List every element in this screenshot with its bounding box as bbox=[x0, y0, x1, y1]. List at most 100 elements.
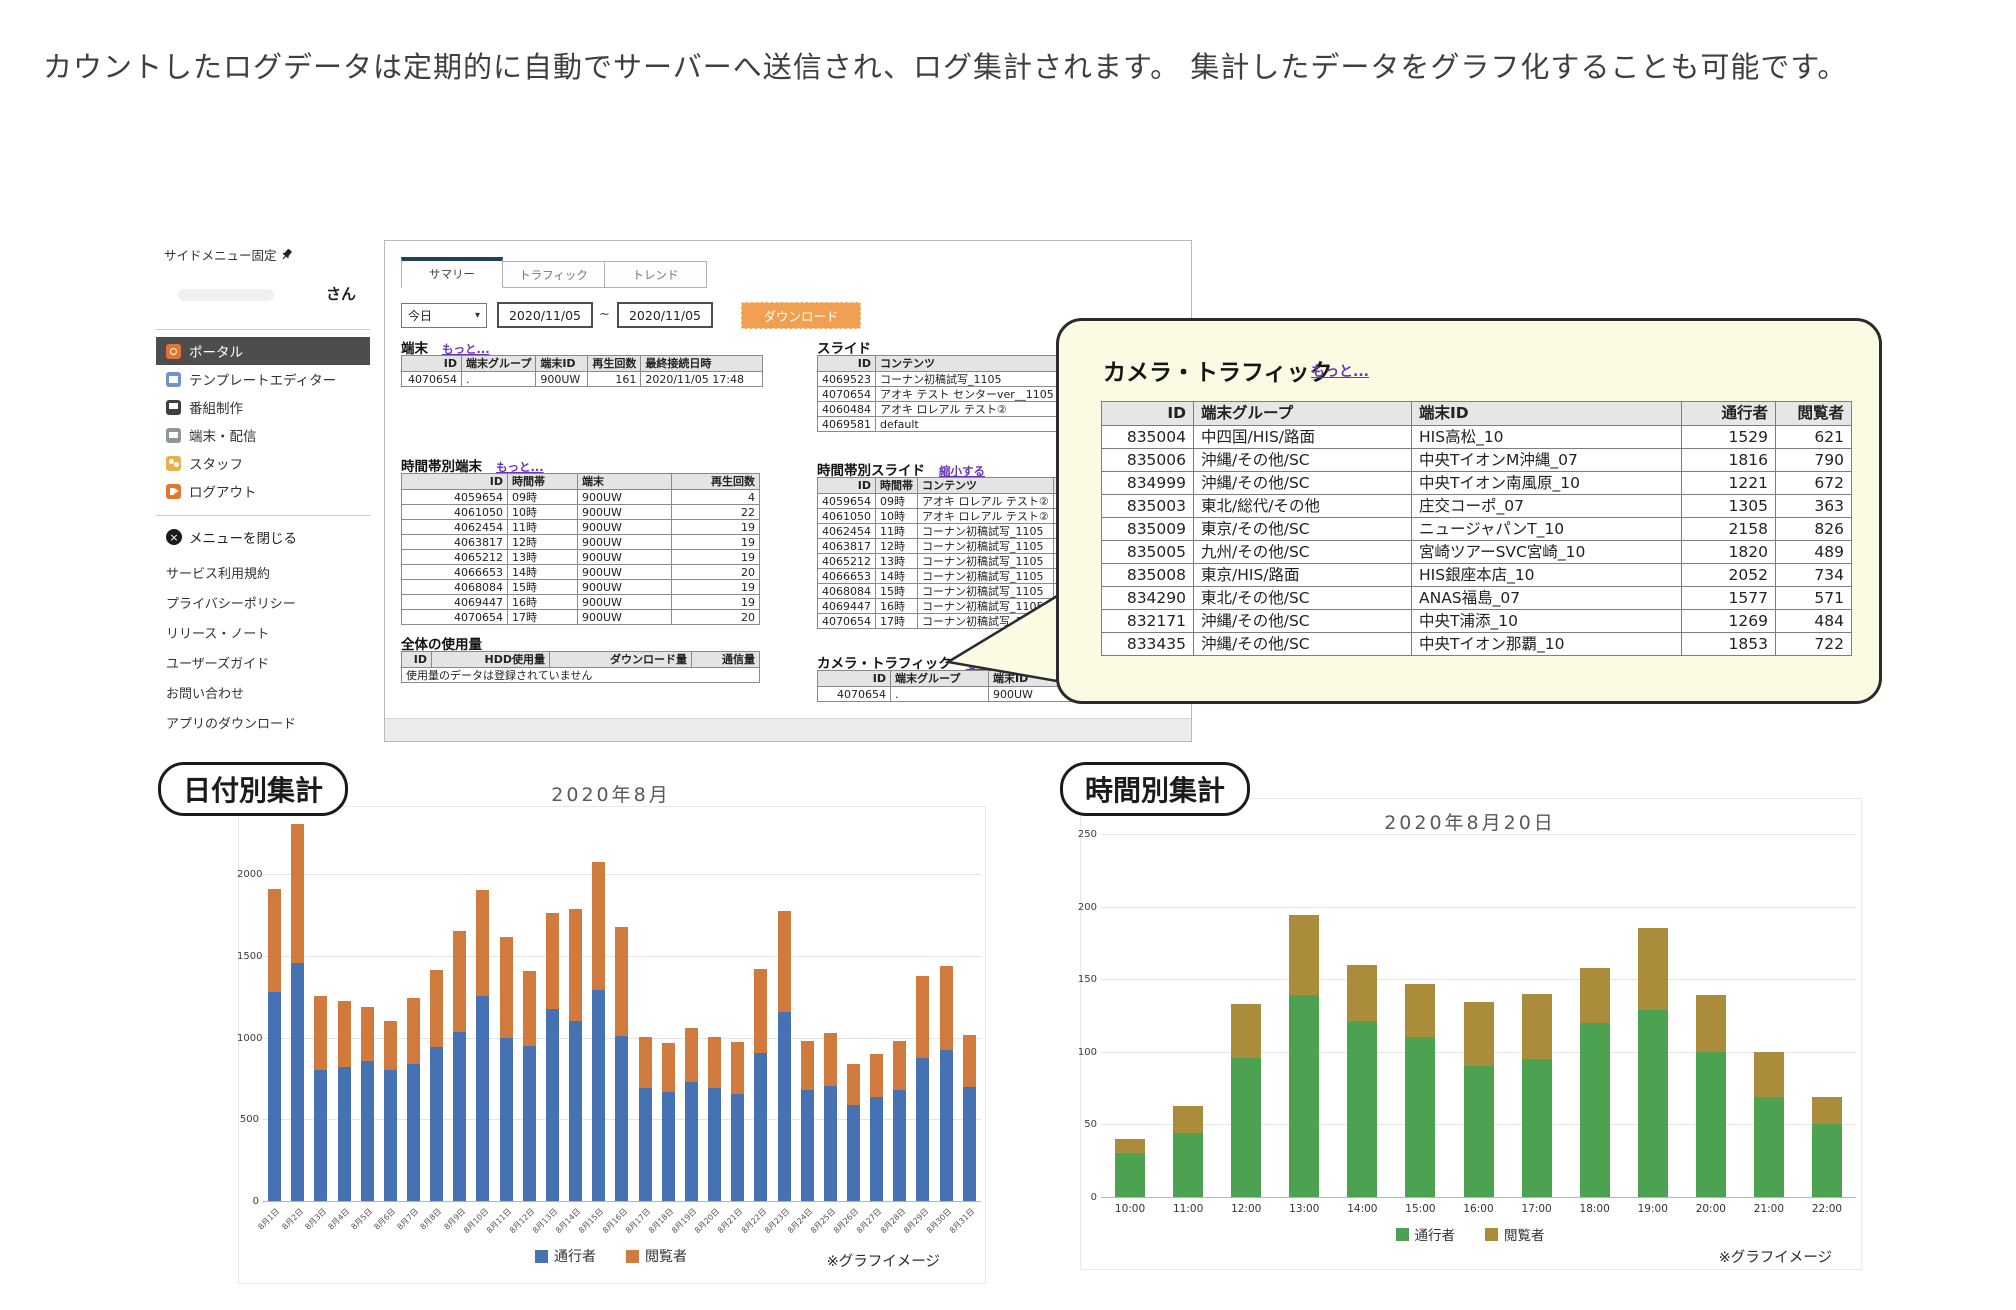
portal-icon bbox=[166, 344, 181, 359]
table-row: 835006沖縄/その他/SC中央TイオンM沖縄_071816790 bbox=[1102, 449, 1852, 472]
sidebar-item-label: 端末・配信 bbox=[189, 425, 257, 445]
page: カウントしたログデータは定期的に自動でサーバーへ送信され、ログ集計されます。 集… bbox=[0, 0, 2016, 1310]
terminal-more-link[interactable]: もっと... bbox=[442, 342, 490, 356]
section-title-hourly-terminal: 時間帯別端末もっと... bbox=[401, 455, 544, 475]
legend-swatch-icon bbox=[1396, 1228, 1409, 1241]
table-row: 406521213時900UW19 bbox=[402, 550, 760, 565]
legend-item: 通行者 bbox=[1396, 1224, 1456, 1244]
sidebar-item-label: 番組制作 bbox=[189, 397, 243, 417]
table-row: 406665314時900UW20 bbox=[402, 565, 760, 580]
sidebar-item-0[interactable]: ポータル bbox=[156, 337, 370, 365]
sidebar-link-2[interactable]: リリース・ノート bbox=[166, 623, 269, 642]
sidebar-item-label: スタッフ bbox=[189, 453, 243, 473]
legend-swatch-icon bbox=[1485, 1228, 1498, 1241]
terminal-table: ID端末グループ端末ID再生回数最終接続日時4070654.900UW16120… bbox=[401, 355, 763, 387]
device-delivery-icon bbox=[166, 428, 181, 443]
table-row: 4070654.900UW1612020/11/05 17:48 bbox=[402, 372, 763, 387]
download-button[interactable]: ダウンロード bbox=[741, 302, 861, 329]
hourly-terminal-more-link[interactable]: もっと... bbox=[496, 460, 544, 474]
usage-table: IDHDD使用量ダウンロード量通信量使用量のデータは登録されていません bbox=[401, 651, 760, 683]
legend-item: 閲覧者 bbox=[626, 1246, 687, 1266]
sidebar-link-0[interactable]: サービス利用規約 bbox=[166, 563, 270, 582]
section-title-slide: スライド bbox=[817, 337, 871, 357]
hourly-slide-shrink-link[interactable]: 縮小する bbox=[939, 464, 985, 478]
sidebar-link-3[interactable]: ユーザーズガイド bbox=[166, 653, 269, 672]
legend-swatch-icon bbox=[535, 1250, 548, 1263]
table-row: 405965409時900UW4 bbox=[402, 490, 760, 505]
callout-more-link[interactable]: もっと... bbox=[1311, 361, 1369, 381]
hourly-terminal-table: ID時間帯端末再生回数405965409時900UW4406105010時900… bbox=[401, 473, 760, 625]
template-editor-icon bbox=[166, 372, 181, 387]
legend-item: 閲覧者 bbox=[1485, 1224, 1545, 1244]
tab-1[interactable]: トラフィック bbox=[503, 261, 605, 288]
table-row: 832171沖縄/その他/SC中央T浦添_101269484 bbox=[1102, 610, 1852, 633]
table-row: 835008東京/HIS/路面HIS銀座本店_102052734 bbox=[1102, 564, 1852, 587]
daily-chart-plot: 05001000150020008月1日8月2日8月3日8月4日8月5日8月6日… bbox=[263, 809, 981, 1202]
table-row: 835009東京/その他/SCニュージャパンT_102158826 bbox=[1102, 518, 1852, 541]
hourly-chart-legend: 通行者 閲覧者 bbox=[1080, 1224, 1860, 1244]
table-row: 833435沖縄/その他/SC中央Tイオン那覇_101853722 bbox=[1102, 633, 1852, 656]
pin-icon bbox=[281, 248, 294, 261]
sidebar-link-4[interactable]: お問い合わせ bbox=[166, 683, 244, 702]
callout-camera-traffic: カメラ・トラフィック もっと... ID端末グループ端末ID通行者閲覧者8350… bbox=[1056, 318, 1882, 704]
chevron-down-icon: ▾ bbox=[475, 310, 480, 321]
staff-icon bbox=[166, 456, 181, 471]
sidebar: サイドメニュー固定 さん ポータルテンプレートエディター番組制作端末・配信スタッ… bbox=[156, 237, 372, 742]
sidebar-item-5[interactable]: ログアウト bbox=[156, 477, 370, 505]
table-row: 835005九州/その他/SC宮崎ツアーSVC宮崎_101820489 bbox=[1102, 541, 1852, 564]
sidebar-item-1[interactable]: テンプレートエディター bbox=[156, 365, 370, 393]
section-title-hourly-slide: 時間帯別スライド縮小する bbox=[817, 459, 985, 479]
sidebar-item-label: テンプレートエディター bbox=[189, 369, 336, 389]
sidebar-item-2[interactable]: 番組制作 bbox=[156, 393, 370, 421]
tab-bar: サマリートラフィックトレンド bbox=[401, 257, 707, 288]
sidebar-pin-label: サイドメニュー固定 bbox=[164, 245, 277, 264]
tab-2[interactable]: トレンド bbox=[605, 261, 707, 288]
close-menu-label: メニューを閉じる bbox=[189, 527, 297, 547]
sidebar-item-label: ログアウト bbox=[189, 481, 257, 501]
sidebar-link-5[interactable]: アプリのダウンロード bbox=[166, 713, 296, 732]
tab-0[interactable]: サマリー bbox=[401, 257, 503, 288]
legend-item: 通行者 bbox=[535, 1246, 596, 1266]
date-to-input[interactable]: 2020/11/05 bbox=[617, 302, 713, 328]
callout-table: ID端末グループ端末ID通行者閲覧者835004中四国/HIS/路面HIS高松_… bbox=[1101, 401, 1852, 656]
sidebar-item-close-menu[interactable]: × メニューを閉じる bbox=[166, 527, 297, 547]
hourly-chart: 05010015020025010:0011:0012:0013:0014:00… bbox=[1080, 798, 1862, 1270]
logout-icon bbox=[166, 484, 181, 499]
hourly-chart-title: 2020年8月20日 bbox=[1080, 808, 1860, 835]
table-row: 406944716時900UW19 bbox=[402, 595, 760, 610]
legend-swatch-icon bbox=[626, 1250, 639, 1263]
date-separator: ~ bbox=[599, 307, 610, 322]
table-row: 406245411時900UW19 bbox=[402, 520, 760, 535]
section-title-usage: 全体の使用量 bbox=[401, 633, 482, 653]
table-row: 406105010時900UW22 bbox=[402, 505, 760, 520]
sidebar-divider bbox=[156, 329, 370, 330]
sidebar-pin-row[interactable]: サイドメニュー固定 bbox=[164, 245, 294, 264]
period-select-value: 今日 bbox=[408, 307, 432, 324]
table-row: 834999沖縄/その他/SC中央Tイオン南風原_101221672 bbox=[1102, 472, 1852, 495]
daily-chart: 05001000150020008月1日8月2日8月3日8月4日8月5日8月6日… bbox=[238, 806, 986, 1284]
sidebar-divider bbox=[156, 515, 370, 516]
hourly-chart-plot: 05010015020025010:0011:0012:0013:0014:00… bbox=[1101, 834, 1856, 1198]
date-from-input[interactable]: 2020/11/05 bbox=[497, 302, 593, 328]
daily-chart-note: ※グラフイメージ bbox=[740, 1250, 940, 1271]
sidebar-link-1[interactable]: プライバシーポリシー bbox=[166, 593, 296, 612]
table-row: 834290東北/その他/SCANAS福島_071577571 bbox=[1102, 587, 1852, 610]
sidebar-item-3[interactable]: 端末・配信 bbox=[156, 421, 370, 449]
daily-chart-title: 2020年8月 bbox=[238, 780, 984, 807]
table-row: 835004中四国/HIS/路面HIS高松_101529621 bbox=[1102, 426, 1852, 449]
intro-text: カウントしたログデータは定期的に自動でサーバーへ送信され、ログ集計されます。 集… bbox=[43, 44, 1993, 86]
sidebar-item-4[interactable]: スタッフ bbox=[156, 449, 370, 477]
period-select[interactable]: 今日 ▾ bbox=[401, 303, 487, 328]
table-row: 406381712時900UW19 bbox=[402, 535, 760, 550]
close-icon: × bbox=[166, 529, 182, 545]
table-row: 407065417時900UW20 bbox=[402, 610, 760, 625]
program-icon bbox=[166, 400, 181, 415]
sidebar-item-label: ポータル bbox=[189, 341, 243, 361]
hourly-chart-note: ※グラフイメージ bbox=[1632, 1246, 1832, 1267]
section-title-terminal: 端末もっと... bbox=[401, 337, 490, 357]
user-name-suffix: さん bbox=[156, 283, 356, 304]
table-row: 406808415時900UW19 bbox=[402, 580, 760, 595]
callout-title: カメラ・トラフィック bbox=[1103, 353, 1333, 387]
table-row: 835003東北/総代/その他庄交コーポ_071305363 bbox=[1102, 495, 1852, 518]
dashboard-footer bbox=[385, 718, 1191, 741]
